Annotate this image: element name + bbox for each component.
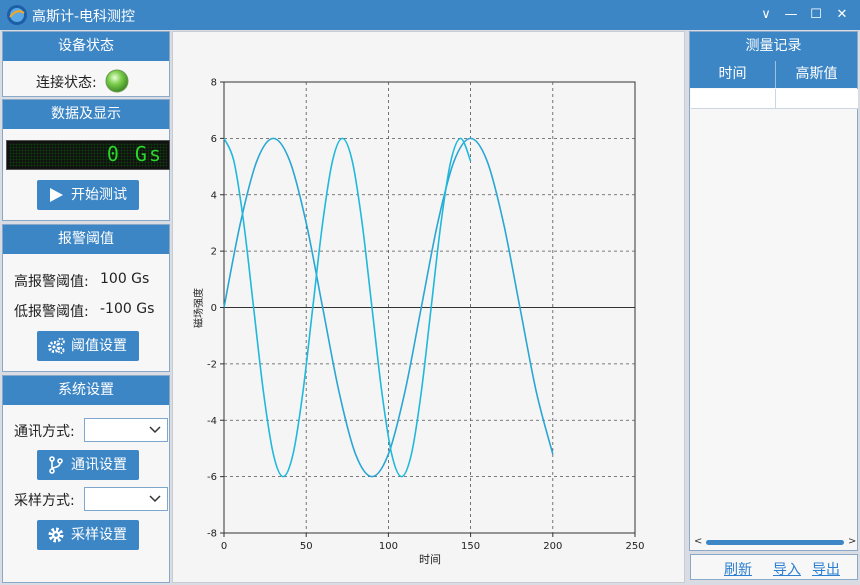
comm-mode-select[interactable]: [84, 418, 168, 442]
scroll-thumb[interactable]: [706, 540, 844, 545]
sampling-mode-label: 采样方式:: [14, 493, 75, 509]
data-display-header: 数据及显示: [3, 100, 169, 129]
records-table-header: 时间 高斯值: [690, 61, 857, 88]
threshold-settings-label: 阈值设置: [71, 338, 127, 354]
y-tick-label: -6: [207, 472, 217, 483]
y-axis-label: 磁场强度: [192, 288, 205, 328]
alarm-threshold-panel: 报警阈值 高报警阈值: 100 Gs 低报警阈值: -100 Gs 阈值设置: [2, 224, 170, 372]
start-test-label: 开始测试: [71, 187, 127, 203]
system-settings-panel: 系统设置 通讯方式: 通讯设置 采样方式: 采样设置: [2, 375, 170, 583]
y-tick-label: 0: [211, 303, 217, 314]
system-settings-header: 系统设置: [3, 376, 169, 405]
chevron-down-icon: [149, 495, 161, 503]
y-tick-label: -8: [207, 529, 217, 540]
x-tick-label: 200: [543, 541, 562, 552]
window-title: 高斯计-电科测控: [32, 9, 136, 25]
column-gauss[interactable]: 高斯值: [776, 61, 857, 88]
low-alarm-label: 低报警阈值:: [14, 304, 89, 320]
maximize-button[interactable]: ☐: [806, 5, 826, 25]
y-tick-label: 4: [211, 190, 217, 201]
sampling-settings-label: 采样设置: [71, 527, 127, 543]
horizontal-scrollbar[interactable]: < >: [694, 536, 856, 548]
gauss-lcd-display: 0 Gs: [6, 140, 170, 170]
sampling-settings-button[interactable]: 采样设置: [37, 520, 139, 550]
import-link[interactable]: 导入: [773, 559, 801, 579]
lcd-value: 0 Gs: [106, 142, 163, 166]
gear-icon: [48, 527, 64, 543]
y-tick-label: 8: [211, 78, 217, 89]
chart-panel: 0 50 100 150 200 250 -8 -6 -4 -2 0 2 4 6 8 时间 磁场强度: [172, 31, 685, 583]
device-status-header: 设备状态: [3, 32, 169, 61]
comm-settings-label: 通讯设置: [71, 457, 127, 473]
column-time[interactable]: 时间: [690, 61, 776, 88]
minimize-button[interactable]: —: [781, 5, 801, 25]
x-tick-label: 100: [379, 541, 398, 552]
comm-mode-label: 通讯方式:: [14, 424, 75, 440]
export-link[interactable]: 导出: [812, 559, 840, 579]
refresh-link[interactable]: 刷新: [724, 559, 752, 579]
x-axis-label: 时间: [419, 553, 441, 566]
x-tick-label: 150: [461, 541, 480, 552]
high-alarm-value: 100 Gs: [100, 271, 150, 287]
x-tick-label: 50: [300, 541, 313, 552]
low-alarm-value: -100 Gs: [100, 301, 155, 317]
start-test-button[interactable]: 开始测试: [37, 180, 139, 210]
scroll-right-icon[interactable]: >: [848, 536, 858, 548]
app-logo-icon: [7, 5, 27, 25]
branch-icon: [49, 456, 63, 474]
x-tick-label: 250: [625, 541, 644, 552]
comm-settings-button[interactable]: 通讯设置: [37, 450, 139, 480]
gears-icon: [48, 337, 65, 354]
close-button[interactable]: ✕: [832, 5, 852, 25]
y-tick-label: 6: [211, 134, 217, 145]
records-actions: 刷新 导入 导出: [690, 554, 858, 580]
scroll-left-icon[interactable]: <: [694, 536, 704, 548]
data-display-panel: 数据及显示 0 Gs 开始测试: [2, 99, 170, 221]
y-tick-label: -2: [207, 359, 217, 370]
measurement-records-panel: 测量记录 时间 高斯值 < >: [689, 31, 858, 551]
title-bar: 高斯计-电科测控 ∨ — ☐ ✕: [0, 0, 860, 30]
y-tick-label: 2: [211, 247, 217, 258]
threshold-settings-button[interactable]: 阈值设置: [37, 331, 139, 361]
y-tick-label: -4: [207, 416, 217, 427]
alarm-header: 报警阈值: [3, 225, 169, 254]
connection-status-indicator-icon: [105, 69, 129, 93]
play-icon: [50, 188, 63, 202]
connection-label: 连接状态:: [36, 75, 97, 91]
records-header: 测量记录: [690, 32, 857, 61]
chevron-down-icon: [149, 426, 161, 434]
x-tick-label: 0: [221, 541, 227, 552]
table-row[interactable]: [691, 89, 858, 109]
device-status-panel: 设备状态 连接状态:: [2, 31, 170, 97]
high-alarm-label: 高报警阈值:: [14, 274, 89, 290]
sampling-mode-select[interactable]: [84, 487, 168, 511]
magnetic-field-chart: 0 50 100 150 200 250 -8 -6 -4 -2 0 2 4 6 8 时间 磁场强度: [192, 78, 645, 567]
minimize-menu-button[interactable]: ∨: [756, 5, 776, 25]
